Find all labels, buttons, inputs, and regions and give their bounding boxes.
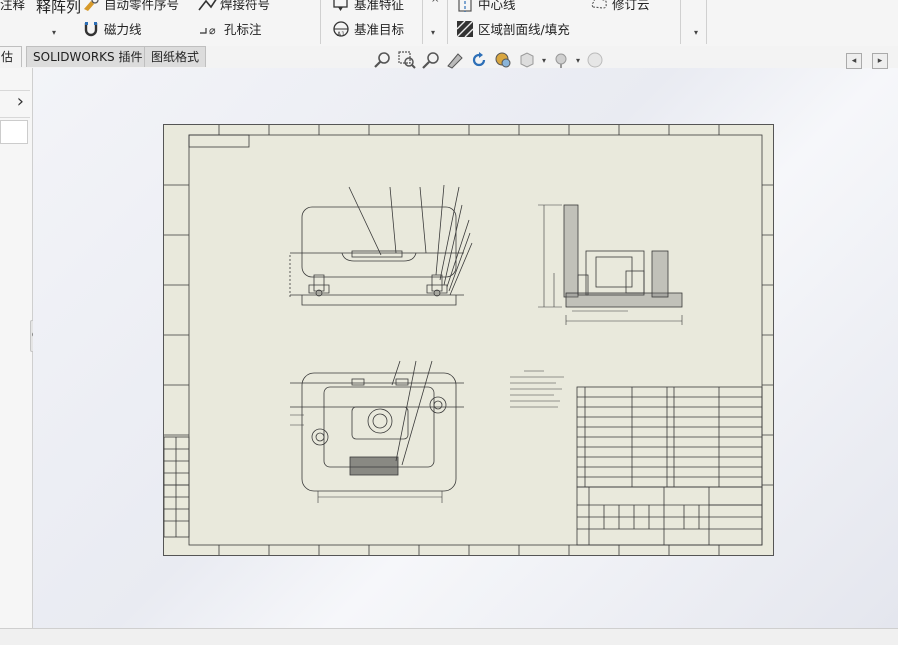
datum-target-icon: A1 xyxy=(332,20,350,38)
zoom-area-icon[interactable] xyxy=(398,51,416,69)
ribbon-collapse-icon[interactable]: ^ xyxy=(431,0,439,9)
centerline-button[interactable]: 中心线 xyxy=(456,0,516,13)
datum-feature-icon xyxy=(332,0,350,13)
svg-text:A1: A1 xyxy=(337,31,345,38)
revision-cloud-icon xyxy=(590,0,608,13)
feature-manager-panel: › xyxy=(0,68,40,628)
panel-input-box[interactable] xyxy=(0,120,28,144)
tab-solidworks-addins[interactable]: SOLIDWORKS 插件 xyxy=(26,46,150,67)
area-hatch-icon xyxy=(456,20,474,38)
zoom-to-fit-icon[interactable] xyxy=(374,51,392,69)
datum-feature-label: 基准特征 xyxy=(354,0,405,12)
ribbon-separator xyxy=(706,0,707,44)
drawing-number-box xyxy=(188,134,250,148)
magnetic-line-button[interactable]: 磁力线 xyxy=(82,19,142,38)
command-ribbon: 注释 释阵列 ▾ 自动零件序号 磁力线 焊接符号 ⌀ 孔标注 基准特征 A1 基… xyxy=(0,0,898,47)
arrow-right-icon: ▸ xyxy=(877,56,883,66)
hide-show-icon[interactable] xyxy=(518,51,536,69)
magnet-icon xyxy=(82,20,100,38)
auto-balloon-label: 自动零件序号 xyxy=(104,0,180,12)
graphics-area[interactable] xyxy=(33,68,898,628)
tab-label: 估 xyxy=(1,50,14,64)
status-bar xyxy=(0,628,898,645)
annotation-label: 注释 xyxy=(0,0,26,12)
left-stamp-table xyxy=(163,436,190,538)
inner-border xyxy=(188,134,763,546)
pattern-label: 释阵列 xyxy=(36,0,82,16)
arrow-left-icon: ◂ xyxy=(851,56,857,66)
hole-callout-button[interactable]: ⌀ 孔标注 xyxy=(198,19,262,38)
datum-target-label: 基准目标 xyxy=(354,22,405,37)
weld-symbol-label: 焊接符号 xyxy=(220,0,271,12)
technical-notes xyxy=(510,370,564,408)
appearance-dropdown-icon[interactable]: ▾ xyxy=(576,56,580,65)
more-dropdown-icon[interactable]: ▾ xyxy=(694,28,698,37)
weld-symbol-icon xyxy=(198,0,217,13)
hole-callout-label: 孔标注 xyxy=(224,22,262,37)
edit-appearance-icon[interactable] xyxy=(552,51,570,69)
datum-target-button[interactable]: A1 基准目标 xyxy=(332,19,404,38)
revision-cloud-button[interactable]: 修订云 xyxy=(590,0,650,13)
weld-symbol-button[interactable]: 焊接符号 xyxy=(198,0,270,13)
side-view xyxy=(538,204,683,325)
tab-label: 图纸格式 xyxy=(151,50,200,64)
front-view xyxy=(289,184,473,306)
tab-sheet-format[interactable]: 图纸格式 xyxy=(144,46,207,67)
centerline-icon xyxy=(456,0,474,13)
ribbon-separator xyxy=(680,0,681,44)
top-view xyxy=(290,360,464,503)
rotate-icon[interactable] xyxy=(470,51,488,69)
scroll-right-button[interactable]: ▸ xyxy=(872,53,888,69)
hole-callout-icon: ⌀ xyxy=(198,20,220,38)
pattern-button[interactable]: 释阵列 xyxy=(36,0,81,17)
view-toolbar: ▾ ▾ xyxy=(374,51,604,69)
tab-label: SOLIDWORKS 插件 xyxy=(33,50,143,64)
area-hatch-button[interactable]: 区域剖面线/填充 xyxy=(456,19,570,38)
area-hatch-label: 区域剖面线/填充 xyxy=(478,22,570,37)
ribbon-separator xyxy=(422,0,423,44)
auto-balloon-button[interactable]: 自动零件序号 xyxy=(82,0,179,13)
auto-balloon-icon xyxy=(82,0,100,13)
scroll-left-button[interactable]: ◂ xyxy=(846,53,862,69)
pattern-dropdown-icon[interactable]: ▾ xyxy=(52,28,56,37)
magnetic-line-label: 磁力线 xyxy=(104,22,142,37)
chevron-right-icon[interactable]: › xyxy=(17,91,24,112)
panel-expand-row[interactable]: › xyxy=(0,90,30,118)
ribbon-separator xyxy=(320,0,321,44)
centerline-label: 中心线 xyxy=(478,0,516,12)
drawing-sheet[interactable] xyxy=(163,124,774,556)
datum-dropdown-icon[interactable]: ▾ xyxy=(431,28,435,37)
hole-callout-diameter-symbol: ⌀ xyxy=(209,24,216,37)
bom-table xyxy=(576,386,763,488)
zone-ticks xyxy=(164,125,773,555)
drawing-svg xyxy=(163,125,773,555)
annotation-button[interactable]: 注释 xyxy=(0,0,25,13)
tab-evaluate[interactable]: 估 xyxy=(0,46,22,67)
display-style-icon[interactable] xyxy=(494,51,512,69)
revision-cloud-label: 修订云 xyxy=(612,0,650,12)
datum-feature-button[interactable]: 基准特征 xyxy=(332,0,404,13)
section-view-icon[interactable] xyxy=(446,51,464,69)
hide-show-dropdown-icon[interactable]: ▾ xyxy=(542,56,546,65)
previous-view-icon[interactable] xyxy=(422,51,440,69)
scene-icon[interactable] xyxy=(586,51,604,69)
ribbon-separator xyxy=(447,0,448,44)
title-block xyxy=(576,486,763,546)
